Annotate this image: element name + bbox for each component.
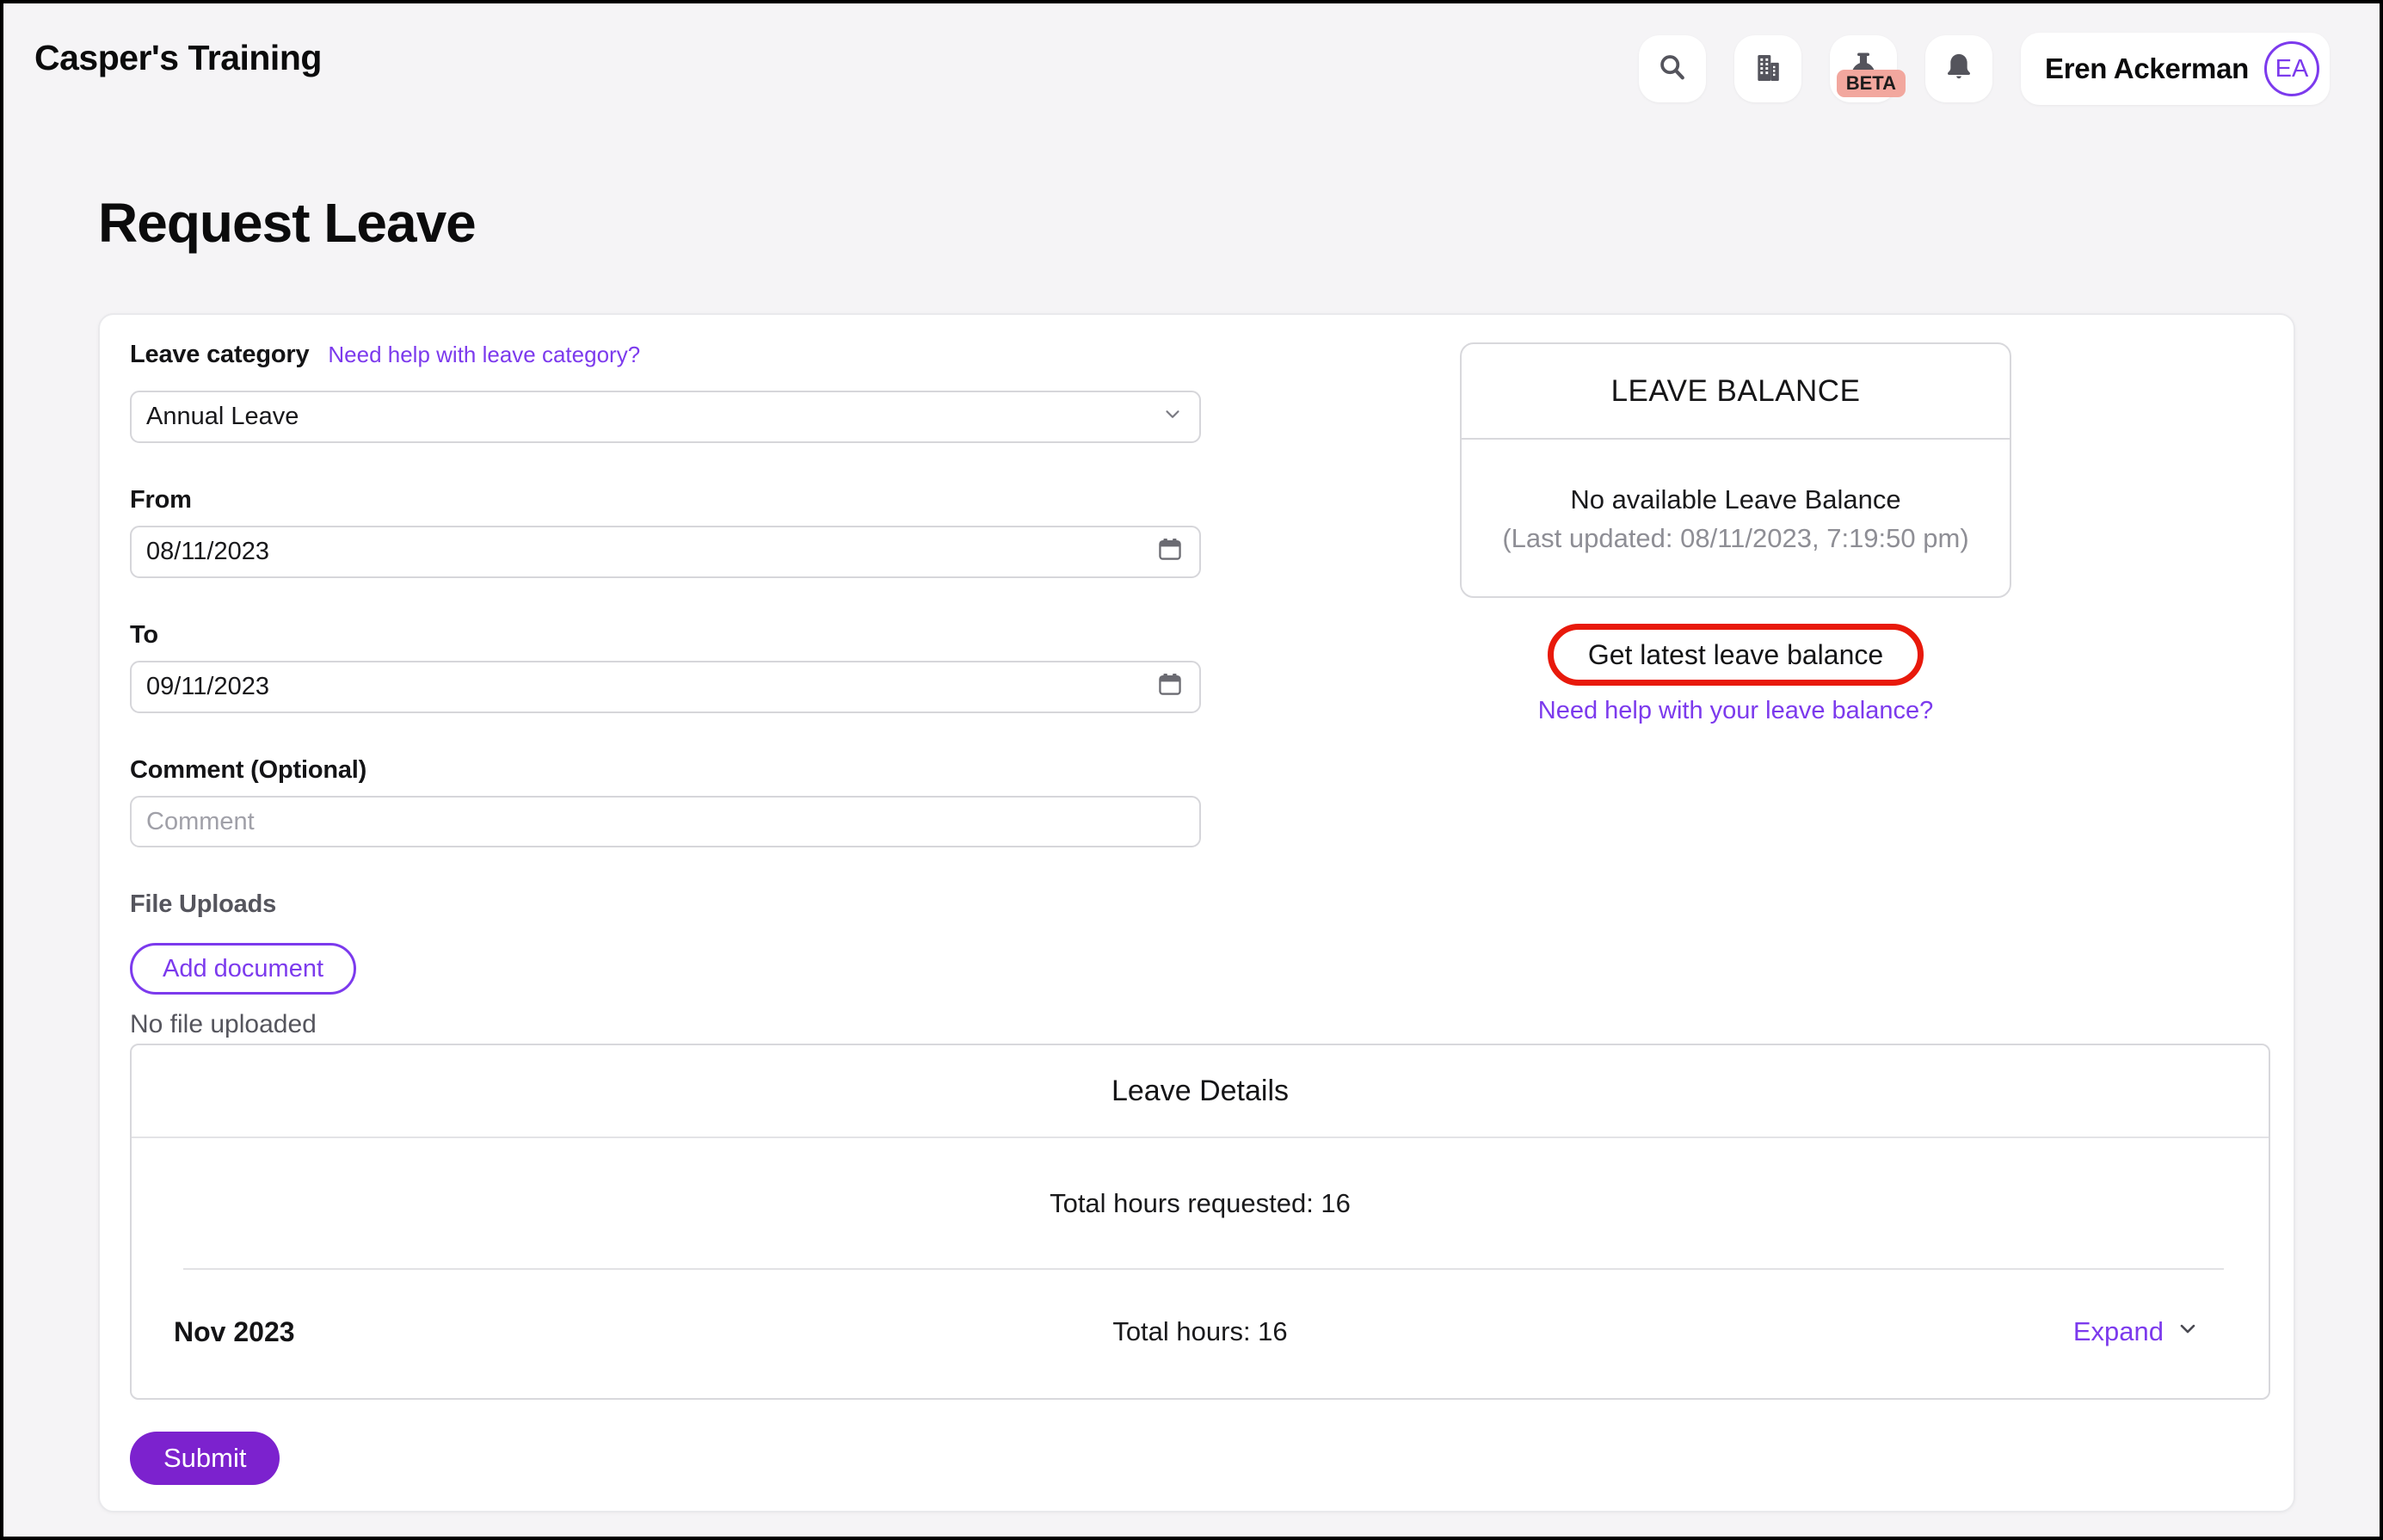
comment-label: Comment (Optional)	[130, 756, 1201, 785]
request-leave-page: Casper's Training	[0, 0, 2383, 1540]
building-icon	[1751, 51, 1785, 88]
add-document-button[interactable]: Add document	[130, 943, 356, 995]
leave-balance-status: No available Leave Balance	[1570, 484, 1900, 515]
from-date-value: 08/11/2023	[146, 538, 1156, 566]
chevron-down-icon	[1161, 403, 1184, 432]
notifications-button[interactable]	[1925, 35, 1992, 102]
leave-balance-section: LEAVE BALANCE No available Leave Balance…	[1460, 342, 2011, 725]
divider	[183, 1268, 2224, 1270]
expand-button[interactable]: Expand	[2073, 1316, 2200, 1347]
to-date-input[interactable]: 09/11/2023	[130, 661, 1201, 713]
leave-balance-help-link[interactable]: Need help with your leave balance?	[1460, 697, 2011, 725]
get-latest-leave-balance-button[interactable]: Get latest leave balance	[1554, 630, 1918, 680]
total-hours-requested: Total hours requested: 16	[132, 1188, 2269, 1219]
user-menu[interactable]: Eren Ackerman EA	[2021, 33, 2330, 105]
search-icon	[1655, 51, 1690, 88]
app-title: Casper's Training	[34, 38, 322, 78]
leave-category-help-link[interactable]: Need help with leave category?	[328, 342, 640, 368]
labs-beta-button[interactable]: BETA	[1830, 35, 1897, 102]
leave-details-title: Leave Details	[132, 1045, 2269, 1138]
page-title: Request Leave	[98, 191, 476, 255]
bell-icon	[1942, 51, 1976, 88]
avatar: EA	[2264, 41, 2319, 96]
to-date-value: 09/11/2023	[146, 673, 1156, 701]
annotation-highlight-ring: Get latest leave balance	[1548, 624, 1924, 686]
submit-button[interactable]: Submit	[130, 1432, 280, 1485]
leave-balance-last-updated: (Last updated: 08/11/2023, 7:19:50 pm)	[1502, 523, 1968, 554]
search-button[interactable]	[1639, 35, 1706, 102]
month-total-hours: Total hours: 16	[132, 1316, 2269, 1347]
leave-category-value: Annual Leave	[146, 403, 1161, 431]
beta-badge: BETA	[1837, 70, 1906, 97]
company-button[interactable]	[1734, 35, 1801, 102]
user-name: Eren Ackerman	[2045, 52, 2249, 85]
calendar-icon[interactable]	[1156, 535, 1184, 570]
no-file-uploaded-text: No file uploaded	[130, 1010, 1201, 1039]
chevron-down-icon	[2176, 1316, 2200, 1347]
leave-balance-card: LEAVE BALANCE No available Leave Balance…	[1460, 342, 2011, 598]
leave-balance-title: LEAVE BALANCE	[1462, 344, 2010, 440]
top-bar-actions: BETA Eren Ackerman EA	[1639, 33, 2330, 105]
leave-category-select[interactable]: Annual Leave	[130, 391, 1201, 443]
expand-label: Expand	[2073, 1316, 2164, 1347]
file-uploads-label: File Uploads	[130, 890, 1201, 919]
leave-form: Leave category Need help with leave cate…	[130, 341, 1201, 1039]
comment-input[interactable]	[130, 796, 1201, 847]
from-date-input[interactable]: 08/11/2023	[130, 526, 1201, 578]
month-row: Nov 2023 Total hours: 16 Expand	[132, 1313, 2269, 1351]
calendar-icon[interactable]	[1156, 670, 1184, 705]
leave-details-panel: Leave Details Total hours requested: 16 …	[130, 1044, 2270, 1400]
request-leave-card: Leave category Need help with leave cate…	[98, 313, 2295, 1512]
leave-category-label: Leave category	[130, 341, 309, 369]
to-label: To	[130, 621, 1201, 650]
from-label: From	[130, 486, 1201, 514]
